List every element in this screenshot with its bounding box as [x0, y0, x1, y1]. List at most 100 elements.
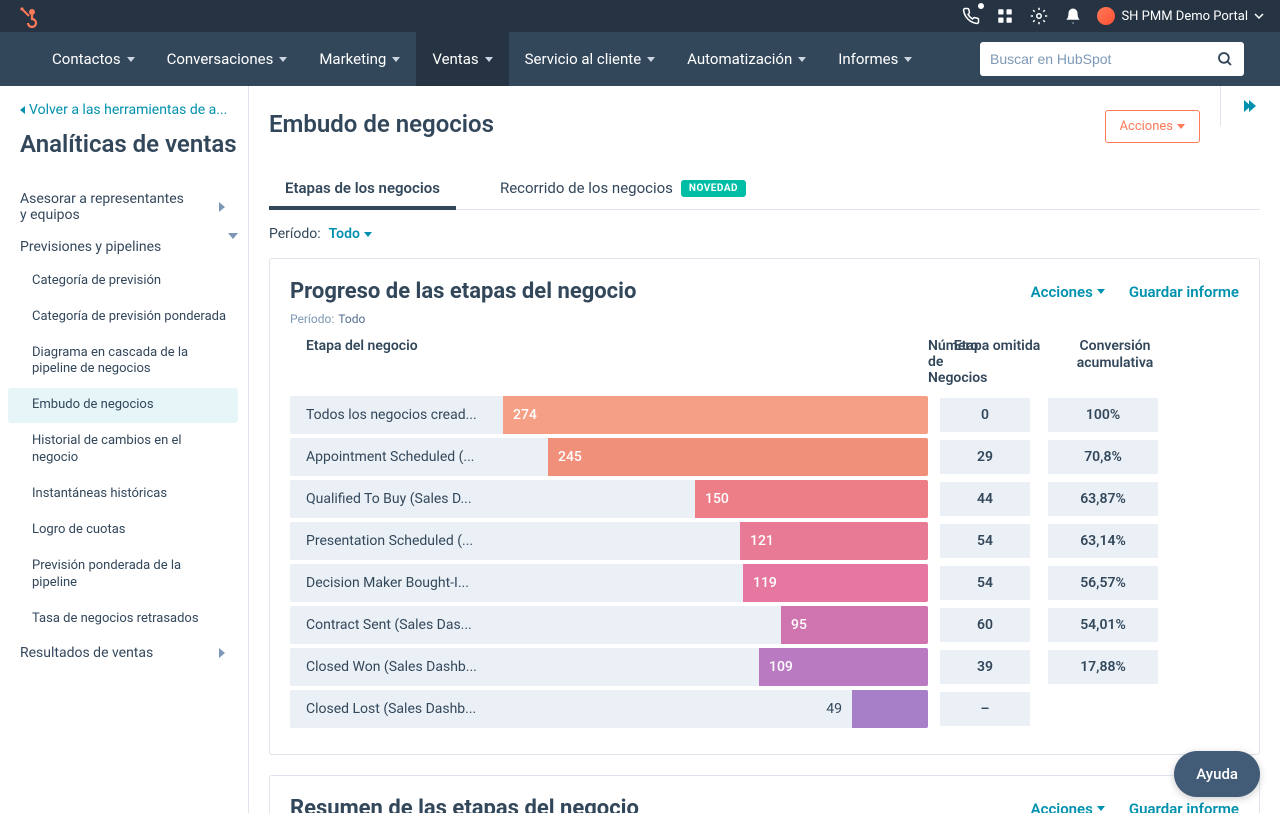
- funnel-stage-cell[interactable]: Closed Lost (Sales Dashb... 49: [290, 690, 928, 728]
- hubspot-logo[interactable]: [16, 4, 40, 28]
- sidebar-section[interactable]: Asesorar a representantes y equipos: [20, 183, 238, 231]
- funnel-stage-cell[interactable]: Closed Won (Sales Dashb... 109: [290, 648, 928, 686]
- save-report-button[interactable]: Guardar informe: [1129, 800, 1239, 813]
- funnel-bar: 150: [695, 480, 928, 518]
- funnel-count: 49: [826, 701, 842, 717]
- caret-down-icon: [1097, 806, 1105, 811]
- nav-item-label: Automatización: [687, 50, 792, 68]
- funnel-row: Decision Maker Bought-I... 119 54 56,57%: [290, 562, 1239, 604]
- card-actions-dropdown[interactable]: Acciones: [1031, 283, 1105, 301]
- nav-item-automatización[interactable]: Automatización: [671, 32, 822, 86]
- sidebar-item[interactable]: Categoría de previsión ponderada: [8, 300, 238, 335]
- tab-label: Recorrido de los negocios: [500, 179, 673, 197]
- nav-item-contactos[interactable]: Contactos: [36, 32, 151, 86]
- funnel-stage-cell[interactable]: Appointment Scheduled (... 245: [290, 438, 928, 476]
- settings-icon[interactable]: [1029, 6, 1049, 26]
- nav-item-marketing[interactable]: Marketing: [303, 32, 416, 86]
- sidebar-section-label: Asesorar a representantes y equipos: [20, 191, 190, 223]
- card-title: Resumen de las etapas del negocio: [290, 796, 639, 813]
- sidebar-item[interactable]: Diagrama en cascada de la pipeline de ne…: [8, 336, 238, 388]
- card-actions-label: Acciones: [1031, 800, 1093, 813]
- nav-item-conversaciones[interactable]: Conversaciones: [151, 32, 304, 86]
- avatar: [1097, 7, 1115, 25]
- search-input[interactable]: [990, 51, 1216, 67]
- funnel-conversion-chip: 63,87%: [1048, 482, 1158, 516]
- funnel-conversion-chip: 56,57%: [1048, 566, 1158, 600]
- nav-item-servicio-al-cliente[interactable]: Servicio al cliente: [509, 32, 672, 86]
- page-actions-button[interactable]: Acciones: [1105, 110, 1200, 143]
- phone-icon[interactable]: [961, 6, 981, 26]
- sidebar-item[interactable]: Previsión ponderada de la pipeline: [8, 549, 238, 601]
- back-link-label: Volver a las herramientas de a...: [29, 102, 227, 118]
- page-actions-label: Acciones: [1120, 119, 1173, 134]
- funnel-count: 119: [753, 575, 777, 591]
- tab[interactable]: Etapas de los negocios: [269, 167, 456, 209]
- notifications-icon[interactable]: [1063, 6, 1083, 26]
- card-title: Progreso de las etapas del negocio: [290, 279, 636, 304]
- search-box[interactable]: [980, 42, 1244, 76]
- sidebar-item[interactable]: Logro de cuotas: [8, 513, 238, 548]
- sidebar-section[interactable]: Previsiones y pipelines: [20, 231, 238, 263]
- card-period: Período:Todo: [290, 312, 1239, 326]
- tab-label: Etapas de los negocios: [285, 179, 440, 197]
- sidebar-item[interactable]: Tasa de negocios retrasados: [8, 602, 238, 637]
- chevron-down-icon: [225, 648, 241, 658]
- save-report-button[interactable]: Guardar informe: [1129, 283, 1239, 301]
- caret-down-icon: [798, 57, 806, 62]
- sidebar-item[interactable]: Categoría de previsión: [8, 264, 238, 299]
- funnel-stage-label: Closed Lost (Sales Dashb...: [306, 701, 476, 717]
- funnel-summary-card: Resumen de las etapas del negocio Accion…: [269, 775, 1260, 813]
- sidebar-section[interactable]: Resultados de ventas: [20, 637, 238, 669]
- help-button[interactable]: Ayuda: [1174, 751, 1260, 797]
- funnel-bar: 121: [740, 522, 928, 560]
- funnel-stage-label: Todos los negocios cread...: [306, 407, 477, 423]
- nav-item-informes[interactable]: Informes: [822, 32, 928, 86]
- sidebar-item[interactable]: Embudo de negocios: [8, 388, 238, 423]
- funnel-stage-label: Contract Sent (Sales Das...: [306, 617, 472, 633]
- funnel-stage-cell[interactable]: Qualified To Buy (Sales D... 150: [290, 480, 928, 518]
- funnel-conversion-chip: 70,8%: [1048, 440, 1158, 474]
- funnel-skipped-chip: 44: [940, 482, 1030, 516]
- funnel-conversion-chip: 63,14%: [1048, 524, 1158, 558]
- nav-item-label: Marketing: [319, 50, 386, 68]
- account-switcher[interactable]: SH PMM Demo Portal: [1097, 7, 1264, 25]
- back-link[interactable]: Volver a las herramientas de a...: [20, 102, 230, 118]
- funnel-skipped-chip: 60: [940, 608, 1030, 642]
- sidebar-item[interactable]: Historial de cambios en el negocio: [8, 424, 238, 476]
- funnel-stage-label: Decision Maker Bought-I...: [306, 575, 469, 591]
- sidebar-section-label: Resultados de ventas: [20, 645, 153, 661]
- funnel-stage-cell[interactable]: Presentation Scheduled (... 121: [290, 522, 928, 560]
- funnel-stage-cell[interactable]: Decision Maker Bought-I... 119: [290, 564, 928, 602]
- sidebar-item[interactable]: Instantáneas históricas: [8, 477, 238, 512]
- funnel-stage-label: Presentation Scheduled (...: [306, 533, 473, 549]
- period-dropdown[interactable]: Todo: [329, 226, 372, 242]
- funnel-row: Appointment Scheduled (... 245 29 70,8%: [290, 436, 1239, 478]
- header-skipped: Etapa omitida: [952, 338, 1042, 386]
- funnel-stage-cell[interactable]: Todos los negocios cread... 274: [290, 396, 928, 434]
- funnel-stage-label: Qualified To Buy (Sales D...: [306, 491, 472, 507]
- main-content: Embudo de negocios Acciones Etapas de lo…: [249, 86, 1280, 813]
- funnel-progress-card: Progreso de las etapas del negocio Accio…: [269, 258, 1260, 755]
- nav-item-label: Informes: [838, 50, 898, 68]
- funnel-stage-cell[interactable]: Contract Sent (Sales Das... 95: [290, 606, 928, 644]
- card-actions-label: Acciones: [1031, 283, 1093, 301]
- funnel-row: Qualified To Buy (Sales D... 150 44 63,8…: [290, 478, 1239, 520]
- nav-item-label: Servicio al cliente: [525, 50, 642, 68]
- caret-down-icon: [485, 57, 493, 62]
- funnel-count: 109: [769, 659, 793, 675]
- funnel-conversion-chip: 100%: [1048, 398, 1158, 432]
- collapse-panel-button[interactable]: [1220, 86, 1280, 126]
- marketplace-icon[interactable]: [995, 6, 1015, 26]
- tab[interactable]: Recorrido de los negociosNOVEDAD: [484, 167, 762, 209]
- funnel-count: 121: [750, 533, 774, 549]
- funnel-bar: 274: [503, 396, 928, 434]
- card-actions-dropdown[interactable]: Acciones: [1031, 800, 1105, 813]
- nav-item-label: Contactos: [52, 50, 121, 68]
- funnel-skipped-chip: 29: [940, 440, 1030, 474]
- funnel-stage-label: Appointment Scheduled (...: [306, 449, 475, 465]
- nav-item-ventas[interactable]: Ventas: [416, 32, 508, 86]
- nav-item-label: Ventas: [432, 50, 478, 68]
- caret-down-icon: [127, 57, 135, 62]
- funnel-skipped-chip: 54: [940, 524, 1030, 558]
- chevron-down-icon: [228, 239, 238, 255]
